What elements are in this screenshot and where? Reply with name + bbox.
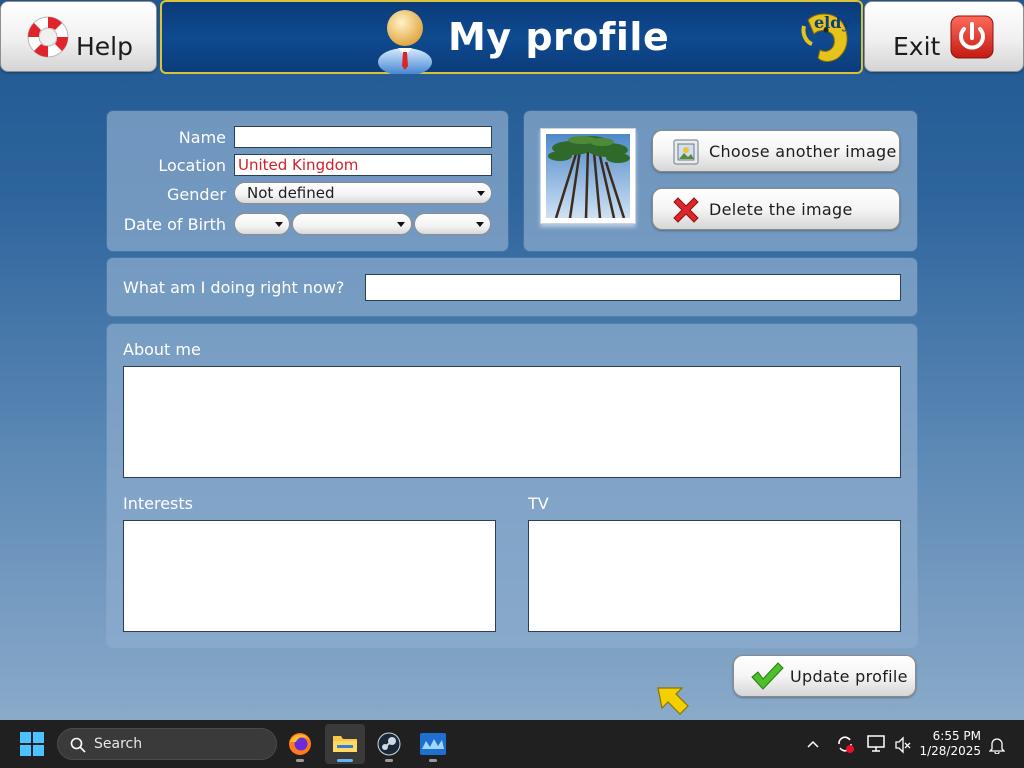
delete-image-button[interactable]: Delete the image: [652, 188, 900, 230]
about-label: About me: [123, 340, 201, 359]
app-indicator: [429, 759, 437, 762]
sync-icon[interactable]: [835, 734, 855, 754]
app-indicator: [296, 759, 304, 762]
name-field[interactable]: [234, 126, 492, 148]
about-textarea[interactable]: [123, 366, 901, 478]
lifebuoy-icon: [27, 16, 69, 58]
chevron-down-icon: [477, 191, 485, 196]
network-icon[interactable]: [867, 735, 887, 753]
red-x-icon: [673, 197, 699, 223]
speaker-muted-icon[interactable]: [894, 736, 912, 754]
folder-icon: [333, 736, 357, 752]
search-placeholder: Search: [94, 736, 143, 752]
help-label: Help: [76, 32, 133, 61]
user-profile-icon: [378, 10, 432, 74]
exit-label: Exit: [893, 32, 941, 61]
green-check-icon: [751, 662, 784, 690]
firefox-icon: [289, 733, 311, 755]
dob-day-select[interactable]: [234, 213, 290, 235]
location-label: Location: [158, 156, 226, 175]
page-title: My profile: [448, 15, 670, 59]
palm-trees-image: [546, 134, 630, 219]
tv-textarea[interactable]: [528, 520, 901, 632]
interests-textarea[interactable]: [123, 520, 496, 632]
gender-value: Not defined: [247, 184, 335, 202]
status-label: What am I doing right now?: [123, 278, 345, 297]
chevron-down-icon: [275, 222, 283, 227]
update-profile-button[interactable]: Update profile: [733, 655, 916, 697]
exit-button[interactable]: Exit: [864, 1, 1024, 72]
interests-label: Interests: [123, 494, 193, 513]
location-field[interactable]: [234, 154, 492, 176]
picture-frame-icon: [673, 139, 699, 165]
app-indicator: [337, 759, 353, 762]
taskbar-firefox[interactable]: [280, 724, 320, 764]
app-indicator: [385, 759, 393, 762]
taskbar-file-explorer[interactable]: [325, 724, 365, 764]
bell-icon[interactable]: [989, 736, 1005, 754]
tray-clock[interactable]: 6:55 PM 1/28/2025: [919, 729, 981, 759]
mouse-cursor-icon: [657, 687, 689, 715]
name-label: Name: [178, 128, 226, 147]
steam-icon: [377, 732, 401, 756]
profile-image[interactable]: [540, 128, 636, 224]
taskbar-search[interactable]: Search: [57, 728, 277, 760]
dob-label: Date of Birth: [123, 215, 226, 234]
svg-text:eldy: eldy: [814, 13, 851, 32]
chevron-up-icon[interactable]: [807, 740, 819, 748]
clock-date: 1/28/2025: [919, 744, 981, 758]
choose-image-label: Choose another image: [709, 142, 897, 161]
title-bar: My profile eldy: [160, 0, 863, 74]
clock-time: 6:55 PM: [932, 729, 981, 743]
help-button[interactable]: Help: [0, 1, 157, 72]
search-icon: [70, 737, 86, 753]
dob-year-select[interactable]: [414, 213, 491, 235]
choose-image-button[interactable]: Choose another image: [652, 130, 900, 172]
gender-label: Gender: [167, 185, 226, 204]
update-profile-label: Update profile: [790, 667, 908, 686]
eldy-logo: eldy: [801, 13, 851, 62]
taskbar-app[interactable]: [413, 724, 453, 764]
taskbar-steam[interactable]: [369, 724, 409, 764]
chevron-down-icon: [397, 222, 405, 227]
tv-label: TV: [528, 494, 549, 513]
delete-image-label: Delete the image: [709, 200, 853, 219]
waves-app-icon: [420, 733, 446, 755]
status-field[interactable]: [365, 274, 901, 301]
power-icon: [950, 15, 994, 59]
dob-month-select[interactable]: [292, 213, 412, 235]
windows-start-icon[interactable]: [20, 732, 44, 756]
taskbar: Search 6:55 PM 1/28/2025: [0, 720, 1024, 768]
gender-select[interactable]: Not defined: [234, 182, 492, 204]
chevron-down-icon: [476, 222, 484, 227]
